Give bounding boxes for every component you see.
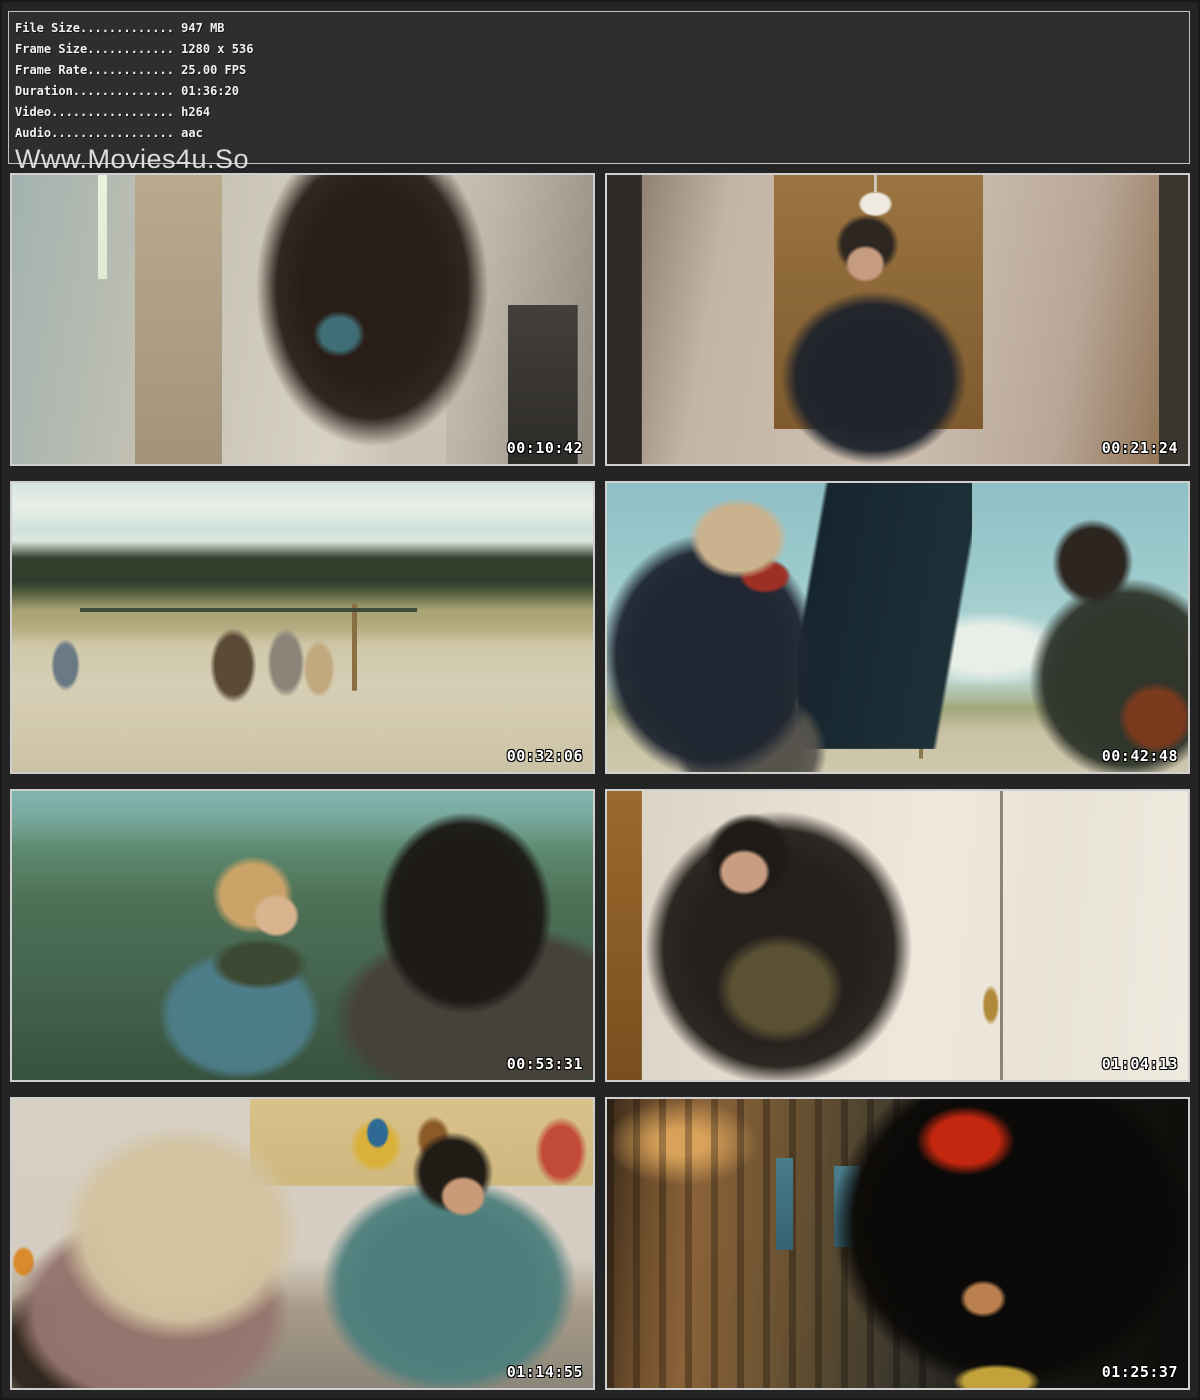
screenshot-5: 00:53:31 [10,789,595,1082]
timestamp-overlay: 01:14:55 [507,1363,583,1381]
timestamp-overlay: 01:25:37 [1102,1363,1178,1381]
info-line-frame-size: Frame Size............ 1280 x 536 [15,39,1179,60]
screenshot-8: 01:25:37 [605,1097,1190,1390]
timestamp-overlay: 00:10:42 [507,439,583,457]
timestamp-overlay: 00:42:48 [1102,747,1178,765]
screenshot-6: 01:04:13 [605,789,1190,1082]
screenshot-7: 01:14:55 [10,1097,595,1390]
info-line-file-size: File Size............. 947 MB [15,18,1179,39]
timestamp-overlay: 01:04:13 [1102,1055,1178,1073]
screenshot-1: 00:10:42 [10,173,595,466]
timestamp-overlay: 00:21:24 [1102,439,1178,457]
screenshot-4: 00:42:48 [605,481,1190,774]
screenshot-grid: 00:10:42 00:21:24 00:32:06 00:42:48 00:5… [10,173,1190,1390]
info-line-duration: Duration.............. 01:36:20 [15,81,1179,102]
watermark: Www.Movies4u.So [15,145,1179,174]
screenshot-2: 00:21:24 [605,173,1190,466]
timestamp-overlay: 00:32:06 [507,747,583,765]
media-info-panel: File Size............. 947 MB Frame Size… [8,11,1190,164]
info-line-video: Video................. h264 [15,102,1179,123]
info-line-frame-rate: Frame Rate............ 25.00 FPS [15,60,1179,81]
timestamp-overlay: 00:53:31 [507,1055,583,1073]
info-line-audio: Audio................. aac [15,123,1179,144]
screenshot-3: 00:32:06 [10,481,595,774]
media-info-page: File Size............. 947 MB Frame Size… [0,0,1200,1400]
